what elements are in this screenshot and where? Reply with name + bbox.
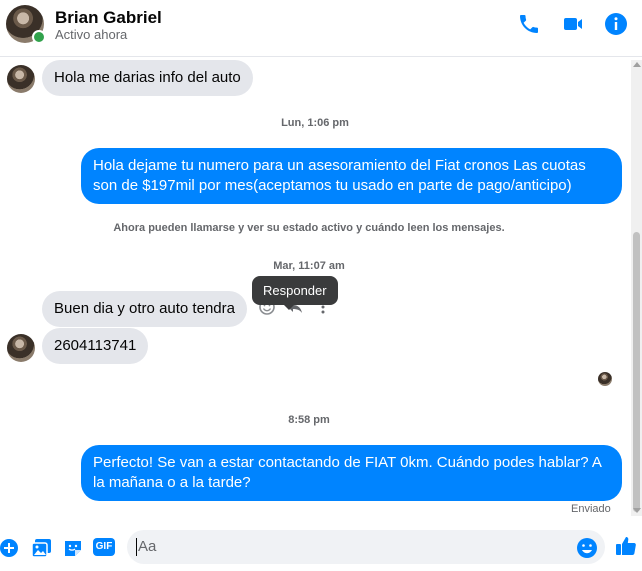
incoming-message[interactable]: 2604113741 (42, 328, 149, 364)
contact-status: Activo ahora (55, 27, 128, 42)
text-caret (136, 538, 137, 556)
video-camera-icon[interactable] (561, 12, 585, 36)
incoming-message[interactable]: Hola me darias info del auto (42, 60, 253, 96)
thumbs-up-icon[interactable] (615, 535, 637, 557)
sender-avatar[interactable] (7, 65, 35, 93)
phone-icon[interactable] (517, 12, 541, 36)
message-input[interactable] (127, 530, 605, 564)
message-timestamp: 8:58 pm (288, 414, 330, 426)
online-status-dot (32, 30, 46, 44)
info-icon[interactable] (604, 12, 628, 36)
plus-icon[interactable] (0, 537, 22, 559)
message-input-placeholder: Aa (138, 538, 157, 555)
scroll-up-arrow-icon[interactable] (633, 62, 641, 67)
emoji-icon[interactable] (576, 537, 598, 559)
sticker-icon[interactable] (62, 537, 84, 559)
message-timestamp: Lun, 1:06 pm (281, 117, 349, 129)
scrollbar-thumb[interactable] (633, 232, 640, 512)
photo-icon[interactable] (31, 537, 53, 559)
message-timestamp: Mar, 11:07 am (273, 260, 345, 272)
incoming-message[interactable]: Buen dia y otro auto tendra (42, 291, 247, 327)
conversation-header: Brian Gabriel Activo ahora (0, 0, 642, 57)
contact-name[interactable]: Brian Gabriel (55, 8, 162, 28)
sender-avatar[interactable] (7, 334, 35, 362)
outgoing-message[interactable]: Hola dejame tu numero para un asesoramie… (81, 148, 622, 204)
delivery-status: Enviado (571, 503, 611, 515)
seen-indicator-avatar (598, 372, 612, 386)
system-notice: Ahora pueden llamarse y ver su estado ac… (113, 222, 505, 234)
reply-tooltip: Responder (252, 276, 338, 310)
gif-icon[interactable]: GIF (93, 538, 115, 556)
outgoing-message[interactable]: Perfecto! Se van a estar contactando de … (81, 445, 622, 501)
scroll-down-arrow-icon[interactable] (633, 508, 641, 513)
